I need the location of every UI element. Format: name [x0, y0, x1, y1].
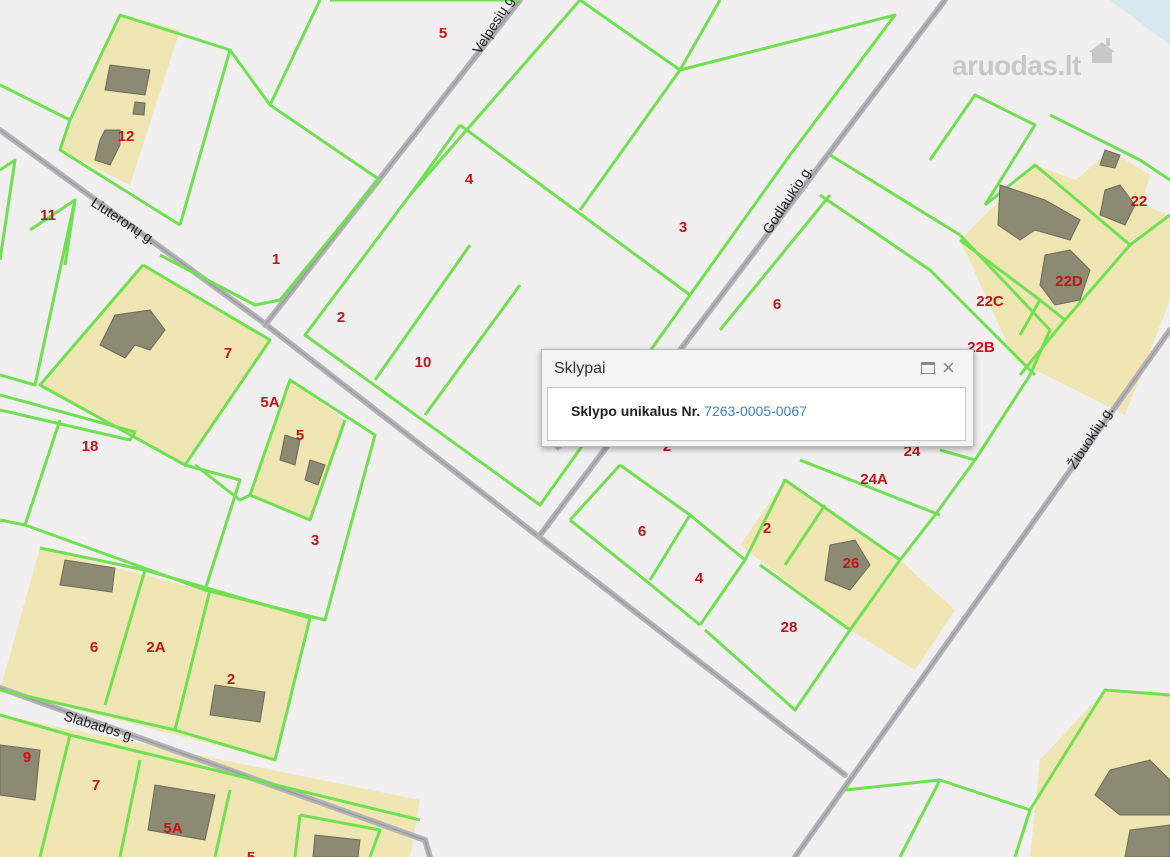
plot-number: 5 [296, 427, 304, 444]
plot-number: 22D [1055, 273, 1083, 290]
popup-row: Sklypo unikalus Nr. 7263-0005-0067 [571, 403, 807, 419]
plot-id-link[interactable]: 7263-0005-0067 [704, 403, 807, 419]
street-label-zibukliu: Žibuoklių g. [1064, 403, 1116, 472]
plot-number: 3 [311, 532, 319, 549]
plot-number: 10 [415, 354, 432, 371]
plot-number: 4 [695, 570, 704, 587]
water-area [1110, 0, 1170, 45]
plot-number: 2 [227, 671, 235, 688]
plot-number: 6 [773, 296, 781, 313]
plot-number: 7 [224, 345, 232, 362]
plot-number: 5 [439, 25, 447, 42]
plot-number: 5 [247, 849, 255, 857]
plot-number: 28 [781, 619, 798, 636]
popup-body: Sklypo unikalus Nr. 7263-0005-0067 [547, 387, 966, 441]
plot-number: 5A [163, 820, 182, 837]
plot-number: 22C [976, 293, 1004, 310]
street-label-liuteronu: Liuteronų g. [88, 194, 159, 248]
aruodas-logo: aruodas.lt [952, 50, 1081, 82]
plot-number: 5A [260, 394, 279, 411]
plot-info-popup: Sklypai × Sklypo unikalus Nr. 7263-0005-0… [541, 349, 974, 447]
maximize-icon[interactable] [921, 362, 935, 374]
plot-number: 22 [1131, 193, 1148, 210]
plot-number: 6 [638, 523, 646, 540]
plot-number: 1 [272, 251, 280, 268]
plot-number: 7 [92, 777, 100, 794]
plot-number: 9 [23, 749, 31, 766]
logo-house-icon [1089, 38, 1115, 63]
plot-number: 26 [843, 555, 860, 572]
plot-number: 12 [118, 128, 135, 145]
logo-suffix: .lt [1057, 50, 1081, 81]
plot-number: 18 [82, 438, 99, 455]
plot-number: 6 [90, 639, 98, 656]
plot-number: 2 [763, 520, 771, 537]
popup-title: Sklypai [554, 360, 606, 377]
plot-number: 3 [679, 219, 687, 236]
plot-number: 2 [337, 309, 345, 326]
plot-number: 2A [146, 639, 165, 656]
street-label-velpesiu: Velpesių g. [469, 0, 519, 57]
plot-number: 11 [40, 207, 56, 224]
plot-number: 4 [465, 171, 474, 188]
plot-number: 24A [860, 471, 888, 488]
close-icon[interactable]: × [942, 357, 955, 379]
logo-text: aruodas [952, 50, 1058, 81]
plot-id-label: Sklypo unikalus Nr. [571, 403, 701, 419]
